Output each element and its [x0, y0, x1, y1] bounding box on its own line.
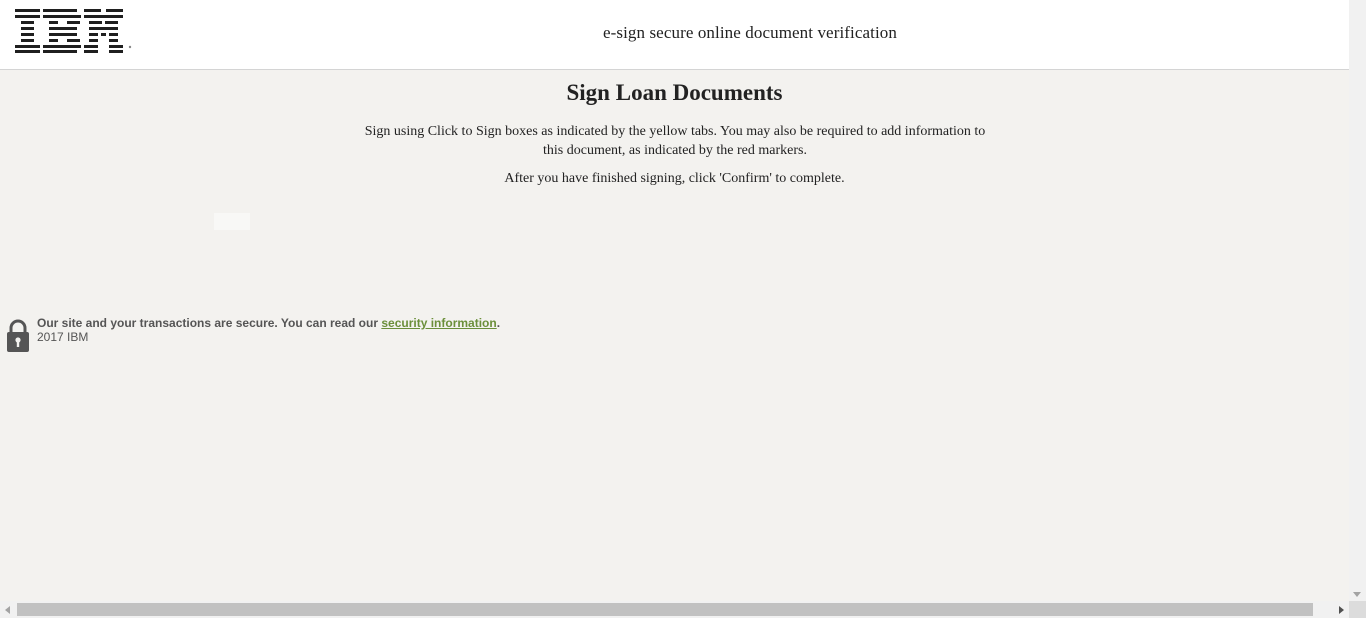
- horizontal-scroll-thumb[interactable]: [17, 603, 1313, 616]
- scroll-left-icon[interactable]: [5, 606, 10, 614]
- scroll-down-icon[interactable]: [1353, 592, 1361, 597]
- security-notice: Our site and your transactions are secur…: [6, 316, 606, 356]
- copyright: 2017 IBM: [37, 330, 89, 344]
- document-placeholder: [214, 213, 250, 230]
- site-header: e-sign secure online document verificati…: [0, 0, 1349, 70]
- vertical-scrollbar[interactable]: [1349, 0, 1366, 601]
- page-viewport: e-sign secure online document verificati…: [0, 0, 1349, 601]
- security-information-link[interactable]: security information: [381, 316, 496, 330]
- signing-instructions: Sign using Click to Sign boxes as indica…: [364, 124, 986, 158]
- security-text-label: Our site and your transactions are secur…: [37, 316, 382, 330]
- lock-icon: [6, 319, 30, 353]
- confirm-instructions: After you have finished signing, click '…: [504, 171, 845, 186]
- security-text-suffix: .: [496, 316, 501, 330]
- scrollbar-corner: [1349, 601, 1366, 618]
- page-title: Sign Loan Documents: [566, 80, 783, 105]
- security-text: Our site and your transactions are secur…: [37, 316, 500, 330]
- ibm-logo-graphic: [15, 9, 132, 53]
- horizontal-scrollbar[interactable]: [0, 601, 1349, 618]
- ibm-logo[interactable]: [15, 9, 135, 53]
- scroll-right-icon[interactable]: [1339, 606, 1344, 614]
- header-title: e-sign secure online document verificati…: [602, 23, 898, 42]
